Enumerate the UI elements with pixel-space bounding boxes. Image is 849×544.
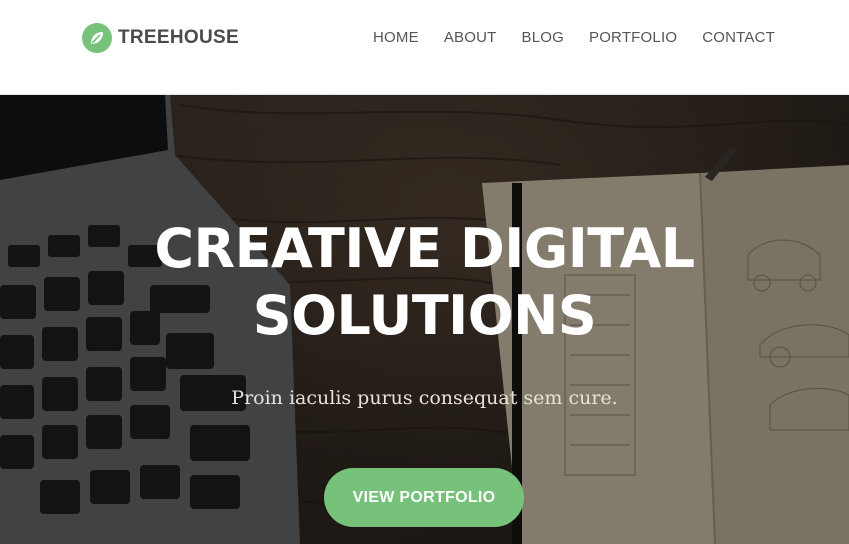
hero-section: CREATIVE DIGITAL SOLUTIONS Proin iaculis… bbox=[0, 95, 849, 544]
nav-blog[interactable]: BLOG bbox=[522, 29, 564, 46]
hero-headline-line1: CREATIVE DIGITAL bbox=[154, 217, 695, 280]
nav-contact[interactable]: CONTACT bbox=[702, 29, 775, 46]
hero-subtitle: Proin iaculis purus consequat sem cure. bbox=[231, 387, 618, 409]
hero-headline-line2: SOLUTIONS bbox=[252, 284, 597, 347]
view-portfolio-button[interactable]: VIEW PORTFOLIO bbox=[324, 468, 524, 527]
nav-home[interactable]: HOME bbox=[373, 29, 419, 46]
leaf-icon bbox=[82, 23, 112, 53]
hero-headline: CREATIVE DIGITAL SOLUTIONS bbox=[0, 215, 849, 349]
nav-about[interactable]: ABOUT bbox=[444, 29, 497, 46]
main-nav: HOME ABOUT BLOG PORTFOLIO CONTACT bbox=[373, 29, 775, 46]
brand-name: TREEHOUSE bbox=[118, 27, 239, 48]
site-header: TREEHOUSE HOME ABOUT BLOG PORTFOLIO CONT… bbox=[0, 0, 849, 95]
brand-logo[interactable]: TREEHOUSE bbox=[82, 22, 239, 54]
nav-portfolio[interactable]: PORTFOLIO bbox=[589, 29, 677, 46]
